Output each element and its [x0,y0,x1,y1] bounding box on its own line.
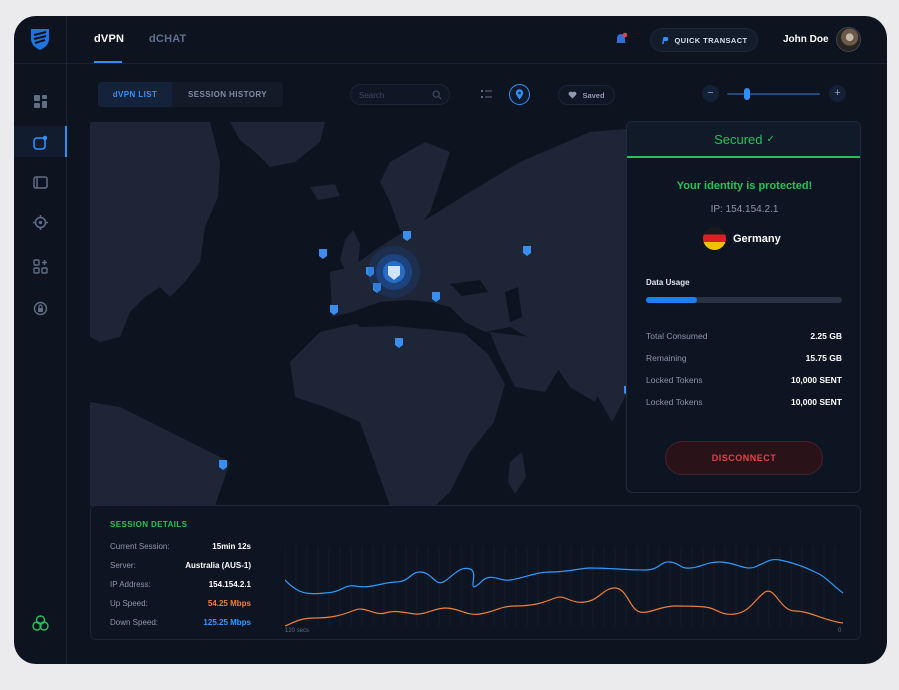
session-row-ip: IP Address: 154.154.2.1 [110,580,251,589]
stat-value: 10,000 SENT [790,397,842,407]
data-usage-label: Data Usage [646,278,690,287]
country-name: Germany [733,232,781,245]
app-window: dVPN dCHAT QUICK TRANSACT John Doe dVPN … [14,16,887,664]
stat-row-locked-tokens: Locked Tokens 10,000 SENT [646,397,842,407]
stat-row-remaining: Remaining 15.75 GB [646,353,842,363]
session-label: Up Speed: [110,599,148,608]
paypal-icon [662,36,669,44]
session-row-server: Server: Australia (AUS-1) [110,561,251,570]
session-label: Down Speed: [110,618,159,627]
data-usage-bar [646,297,842,303]
search-input[interactable] [359,89,429,101]
saved-filter-button[interactable]: Saved [558,85,615,105]
stat-value: 15.75 GB [805,353,842,363]
session-label: Current Session: [110,542,170,551]
secured-header: Secured ✓ [627,122,860,158]
active-server-marker[interactable] [368,246,420,298]
stat-label: Remaining [646,353,687,363]
disconnect-button[interactable]: DISCONNECT [665,441,823,475]
stat-label: Locked Tokens [646,397,703,407]
tab-session-history[interactable]: SESSION HISTORY [172,82,283,107]
saved-label: Saved [582,90,605,100]
vpn-icon[interactable] [32,134,49,151]
session-value: Australia (AUS-1) [185,561,251,570]
search-box [350,84,450,105]
stat-row-total-consumed: Total Consumed 2.25 GB [646,331,842,341]
secured-label: Secured [714,131,763,147]
stat-value: 10,000 SENT [790,375,842,385]
top-bar: dVPN dCHAT QUICK TRANSACT John Doe [14,16,887,64]
map-view-toggle[interactable] [509,84,530,105]
session-label: IP Address: [110,580,151,589]
country-indicator: Germany [703,227,781,250]
graph-x-start-label: 120 secs [285,628,309,634]
session-row-down-speed: Down Speed: 125.25 Mbps [110,618,251,627]
session-value: 54.25 Mbps [207,599,251,608]
tab-dchat[interactable]: dCHAT [149,33,186,45]
session-value: 15min 12s [212,542,251,551]
search-icon[interactable] [432,90,442,100]
session-row-up-speed: Up Speed: 54.25 Mbps [110,599,251,608]
active-tab-underline [94,61,122,63]
zoom-slider-track[interactable] [727,93,820,95]
security-icon[interactable] [32,300,49,317]
list-tabs: dVPN LIST SESSION HISTORY [98,82,283,107]
dashboard-icon[interactable] [32,93,49,110]
world-map[interactable] [90,122,710,506]
ip-value: 154.154.2.1 [725,204,779,215]
wallet-icon[interactable] [32,174,49,191]
graph-x-end-label: 0 [838,628,842,634]
germany-flag-icon [703,227,726,250]
ip-line: IP: 154.154.2.1 [627,204,860,215]
up-speed-line [285,587,844,627]
stat-label: Locked Tokens [646,375,703,385]
ip-label: IP: [710,204,723,215]
network-logo-icon[interactable] [31,614,50,633]
session-details-title: SESSION DETAILS [110,520,188,529]
location-pin-icon [515,89,524,100]
zoom-in-button[interactable]: + [829,85,846,102]
quick-transact-label: QUICK TRANSACT [674,35,748,45]
stat-row-locked-tokens: Locked Tokens 10,000 SENT [646,375,842,385]
list-view-icon[interactable] [481,89,492,100]
user-name[interactable]: John Doe [783,34,829,45]
connection-status-panel: Secured ✓ Your identity is protected! IP… [626,121,861,493]
speed-graph: 120 secs 0 [285,546,844,634]
server-pin-uk[interactable] [319,249,327,259]
down-speed-line [285,558,844,595]
notification-bell-icon[interactable] [614,32,628,46]
apps-icon[interactable] [32,258,49,275]
heart-icon [569,91,577,99]
network-icon[interactable] [32,214,49,231]
quick-transact-button[interactable]: QUICK TRANSACT [650,28,758,52]
session-value: 125.25 Mbps [203,618,251,627]
stat-value: 2.25 GB [810,331,842,341]
stat-label: Total Consumed [646,331,708,341]
session-row-current: Current Session: 15min 12s [110,542,251,551]
data-usage-fill [646,297,697,303]
session-details-panel: SESSION DETAILS Current Session: 15min 1… [90,505,861,640]
checkmark-icon: ✓ [766,133,775,145]
avatar[interactable] [836,27,861,52]
sidebar [14,16,67,664]
session-label: Server: [110,561,136,570]
tab-dvpn[interactable]: dVPN [94,33,124,45]
tab-dvpn-list[interactable]: dVPN LIST [98,82,172,107]
protection-message: Your identity is protected! [676,180,813,192]
zoom-out-button[interactable]: − [702,85,719,102]
sidebar-active-indicator [65,126,67,157]
session-value: 154.154.2.1 [208,580,251,589]
zoom-slider-thumb[interactable] [744,88,751,100]
